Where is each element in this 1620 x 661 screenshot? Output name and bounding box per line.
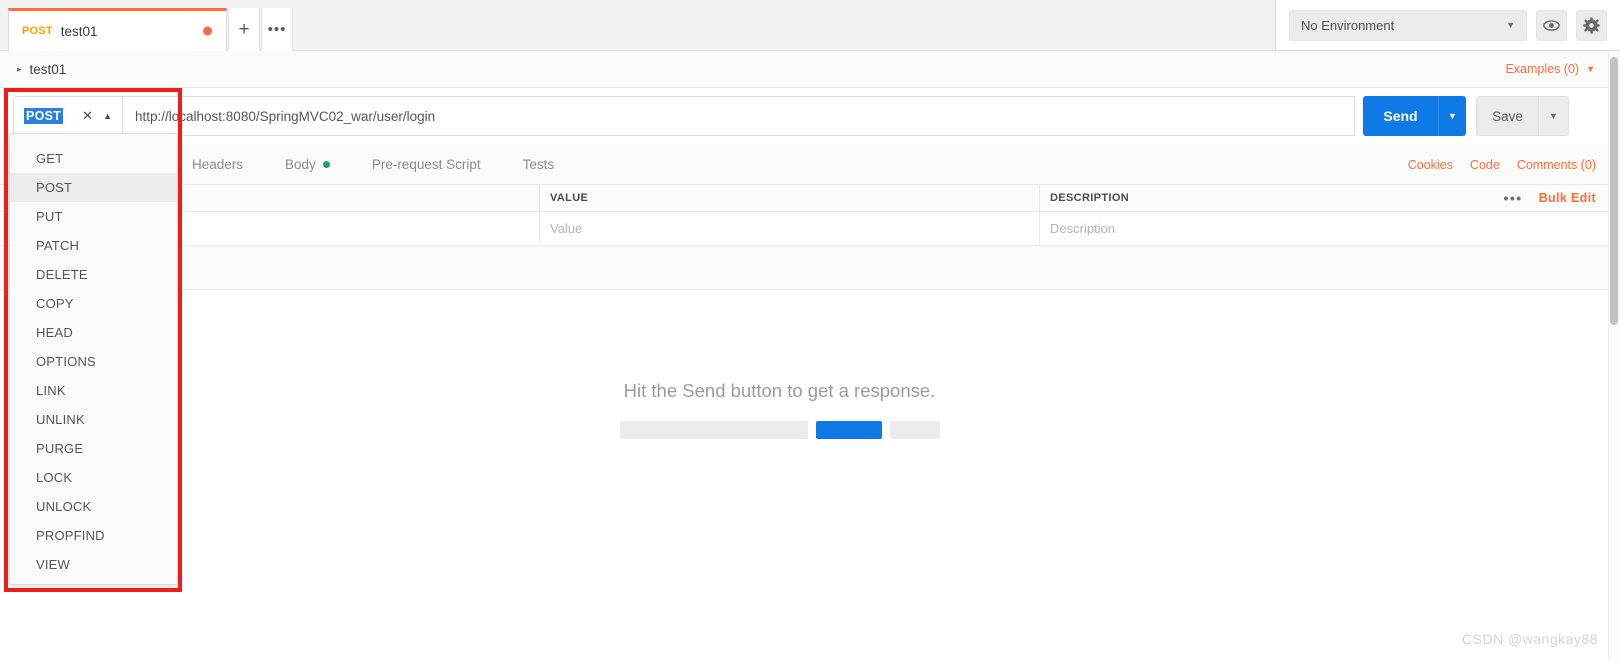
- save-button[interactable]: Save: [1476, 96, 1538, 136]
- tab-tests[interactable]: Tests: [523, 157, 555, 172]
- watermark: CSDN @wangkay88: [1461, 631, 1598, 647]
- cookies-link[interactable]: Cookies: [1408, 158, 1453, 172]
- column-header-value: VALUE: [540, 185, 1040, 211]
- method-option-get[interactable]: GET: [10, 144, 177, 173]
- method-option-purge[interactable]: PURGE: [10, 434, 177, 463]
- response-panel: Hit the Send button to get a response.: [0, 290, 1612, 661]
- gear-icon-svg: [1583, 16, 1600, 34]
- expand-triangle-icon: ▸: [17, 63, 22, 74]
- table-header-actions: ••• Bulk Edit: [1460, 185, 1612, 211]
- environment-selector[interactable]: No Environment ▼: [1289, 9, 1527, 41]
- method-option-view[interactable]: VIEW: [10, 550, 177, 579]
- placeholder-bar-send: [815, 421, 882, 439]
- tab-headers-label: Headers: [192, 157, 244, 172]
- method-option-options[interactable]: OPTIONS: [10, 347, 177, 376]
- tab-options-button[interactable]: •••: [261, 8, 293, 51]
- response-placeholder-message: Hit the Send button to get a response.: [623, 380, 936, 401]
- code-link[interactable]: Code: [1470, 158, 1500, 172]
- tab-pre-request-script[interactable]: Pre-request Script: [372, 157, 481, 172]
- breadcrumb-label: test01: [29, 61, 67, 77]
- method-option-link[interactable]: LINK: [10, 376, 177, 405]
- unsaved-indicator-icon: [203, 26, 212, 36]
- breadcrumb-row: ▸ test01 Examples (0) ▼: [0, 51, 1612, 88]
- examples-label: Examples (0): [1505, 62, 1580, 76]
- method-selector[interactable]: POST ✕ ▲: [13, 96, 123, 136]
- body-present-indicator-icon: [322, 161, 330, 168]
- cell-value-input[interactable]: Value: [540, 212, 1040, 245]
- tab-pre-request-script-label: Pre-request Script: [371, 157, 481, 172]
- method-value: POST: [24, 108, 64, 124]
- method-option-unlock[interactable]: UNLOCK: [10, 492, 177, 521]
- url-bar-row: POST ✕ ▲ http://localhost:8080/SpringMVC…: [0, 88, 1612, 145]
- save-options-caret-icon[interactable]: ▼: [1538, 96, 1569, 136]
- table-row: Value Description: [0, 212, 1612, 246]
- method-option-propfind[interactable]: PROPFIND: [10, 521, 177, 550]
- request-tab-method: POST: [22, 25, 53, 37]
- examples-dropdown[interactable]: Examples (0) ▼: [1505, 62, 1595, 76]
- comments-link[interactable]: Comments (0): [1517, 158, 1596, 172]
- chevron-down-icon: ▼: [1506, 20, 1515, 30]
- placeholder-bar-right: [889, 421, 940, 439]
- breadcrumb[interactable]: ▸ test01: [17, 62, 66, 77]
- method-option-lock[interactable]: LOCK: [10, 463, 177, 492]
- request-response-divider[interactable]: [0, 246, 1612, 290]
- column-header-description: DESCRIPTION: [1050, 192, 1130, 204]
- request-utility-links: Cookies Code Comments (0): [1408, 158, 1612, 172]
- chevron-down-icon: ▼: [1586, 64, 1595, 74]
- url-text: http://localhost:8080/SpringMVC02_war/us…: [135, 108, 436, 124]
- table-options-icon[interactable]: •••: [1503, 190, 1522, 206]
- tab-tests-label: Tests: [522, 157, 555, 172]
- workspace-toolbar: No Environment ▼: [1275, 0, 1620, 51]
- request-tab-test01[interactable]: POST test01: [8, 8, 227, 51]
- method-option-unlink[interactable]: UNLINK: [10, 405, 177, 434]
- vertical-scrollbar[interactable]: [1608, 51, 1620, 661]
- method-option-delete[interactable]: DELETE: [10, 260, 177, 289]
- send-button[interactable]: Send: [1363, 96, 1438, 136]
- clear-icon[interactable]: ✕: [82, 108, 93, 124]
- request-section-tabs: Headers Body Pre-request Script Tests Co…: [0, 145, 1612, 185]
- method-option-copy[interactable]: COPY: [10, 289, 177, 318]
- tab-bar: POST test01 + •••: [0, 0, 1275, 51]
- chevron-up-icon[interactable]: ▲: [103, 111, 112, 121]
- environment-label: No Environment: [1301, 17, 1395, 33]
- url-input[interactable]: http://localhost:8080/SpringMVC02_war/us…: [123, 96, 1355, 136]
- tab-body-label: Body: [285, 157, 316, 172]
- dropdown-spacer: [10, 134, 177, 144]
- gear-icon[interactable]: [1576, 9, 1607, 41]
- method-option-head[interactable]: HEAD: [10, 318, 177, 347]
- table-header-row: VALUE DESCRIPTION ••• Bulk Edit: [0, 185, 1612, 212]
- placeholder-bar-left: [619, 421, 808, 439]
- send-options-caret-icon[interactable]: ▼: [1438, 96, 1466, 136]
- method-option-put[interactable]: PUT: [10, 202, 177, 231]
- bulk-edit-link[interactable]: Bulk Edit: [1539, 191, 1596, 205]
- eye-icon[interactable]: [1536, 9, 1567, 41]
- response-placeholder-graphic: [0, 421, 1559, 439]
- tab-headers[interactable]: Headers: [192, 157, 243, 172]
- params-table: VALUE DESCRIPTION ••• Bulk Edit Value De…: [0, 185, 1612, 246]
- eye-icon-svg: [1543, 19, 1560, 31]
- new-tab-button[interactable]: +: [228, 8, 260, 51]
- tab-body[interactable]: Body: [285, 157, 330, 172]
- cell-row-actions: [1460, 212, 1612, 245]
- method-option-post[interactable]: POST: [10, 173, 177, 202]
- postman-window: POST test01 + ••• No Environment ▼ ▸ tes…: [0, 0, 1620, 661]
- cell-description-input[interactable]: Description: [1040, 212, 1460, 245]
- scrollbar-thumb[interactable]: [1610, 57, 1618, 325]
- method-option-patch[interactable]: PATCH: [10, 231, 177, 260]
- method-dropdown-menu[interactable]: GET POST PUT PATCH DELETE COPY HEAD OPTI…: [9, 133, 178, 585]
- request-tab-name: test01: [60, 23, 98, 39]
